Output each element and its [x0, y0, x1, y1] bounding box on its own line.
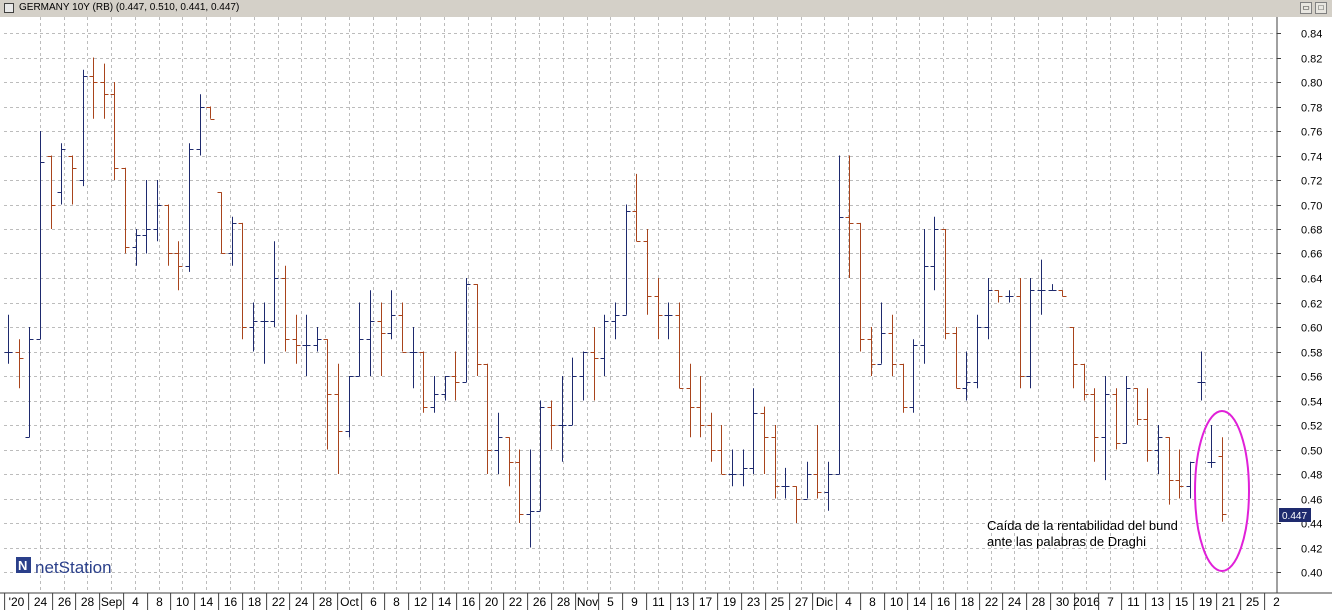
- x-tick-label: 8: [156, 595, 163, 609]
- price-chart[interactable]: 0.400.420.440.460.480.500.520.540.560.58…: [0, 17, 1332, 610]
- x-tick-label: 2: [1273, 595, 1280, 609]
- x-tick-label: 4: [132, 595, 139, 609]
- annotation-line-1: Caída de la rentabilidad del bund: [987, 518, 1178, 533]
- x-tick-label: Oct: [340, 595, 359, 609]
- x-tick-label: 25: [771, 595, 785, 609]
- last-price-tag-text: 0.447: [1282, 511, 1307, 522]
- x-tick-label: 28: [1032, 595, 1046, 609]
- x-tick-label: 14: [438, 595, 452, 609]
- y-tick-label: 0.54: [1301, 397, 1322, 409]
- y-tick-label: 0.42: [1301, 544, 1322, 556]
- x-tick-label: 5: [607, 595, 614, 609]
- x-tick-label: 11: [1127, 595, 1140, 609]
- last-price-tag: 0.447: [1279, 508, 1311, 522]
- x-tick-label: 19: [1199, 595, 1213, 609]
- x-tick-label: 28: [557, 595, 571, 609]
- x-tick-label: 24: [1008, 595, 1022, 609]
- y-tick-label: 0.40: [1301, 568, 1322, 580]
- y-tick-label: 0.62: [1301, 299, 1322, 311]
- netstation-logo-text: netStation: [35, 558, 112, 577]
- annotation-line-2: ante las palabras de Draghi: [987, 534, 1146, 549]
- restore-button[interactable]: ▭: [1300, 2, 1312, 14]
- window-title: GERMANY 10Y (RB) (0.447, 0.510, 0.441, 0…: [19, 2, 240, 13]
- x-tick-label: 18: [248, 595, 262, 609]
- y-tick-label: 0.80: [1301, 78, 1322, 90]
- x-tick-label: 26: [58, 595, 72, 609]
- y-tick-label: 0.72: [1301, 176, 1322, 188]
- x-tick-label: 18: [961, 595, 975, 609]
- x-tick-label: 9: [631, 595, 638, 609]
- x-tick-label: 23: [747, 595, 761, 609]
- x-tick-label: 8: [869, 595, 876, 609]
- x-tick-label: 13: [676, 595, 690, 609]
- x-tick-label: 22: [985, 595, 999, 609]
- x-tick-label: 7: [1107, 595, 1114, 609]
- y-tick-label: 0.52: [1301, 421, 1322, 433]
- x-tick-label: 15: [1175, 595, 1189, 609]
- x-tick-label: 22: [509, 595, 523, 609]
- y-tick-label: 0.50: [1301, 446, 1322, 458]
- x-tick-label: 20: [485, 595, 499, 609]
- x-tick-label: Dic: [816, 595, 833, 609]
- y-tick-label: 0.76: [1301, 127, 1322, 139]
- chart-window-icon[interactable]: [4, 3, 14, 13]
- x-tick-label: 14: [200, 595, 214, 609]
- x-tick-label: 14: [913, 595, 927, 609]
- x-tick-label: 13: [1151, 595, 1165, 609]
- x-tick-label: 30: [1056, 595, 1070, 609]
- y-tick-label: 0.84: [1301, 29, 1322, 41]
- maximize-button[interactable]: □: [1315, 2, 1327, 14]
- x-tick-label: 17: [699, 595, 713, 609]
- x-tick-label: 28: [319, 595, 333, 609]
- y-tick-label: 0.82: [1301, 54, 1322, 66]
- y-tick-label: 0.64: [1301, 274, 1322, 286]
- x-tick-label: 16: [462, 595, 476, 609]
- x-tick-label: 6: [370, 595, 377, 609]
- x-tick-label: 11: [652, 595, 665, 609]
- y-tick-label: 0.60: [1301, 323, 1322, 335]
- y-tick-label: 0.66: [1301, 249, 1322, 261]
- y-tick-label: 0.78: [1301, 103, 1322, 115]
- y-tick-label: 0.74: [1301, 152, 1322, 164]
- x-tick-label: 28: [81, 595, 95, 609]
- x-tick-label: 8: [393, 595, 400, 609]
- y-tick-label: 0.70: [1301, 201, 1322, 213]
- x-tick-label: '20: [9, 595, 25, 609]
- x-tick-label: 25: [1246, 595, 1260, 609]
- x-tick-label: Nov: [577, 595, 598, 609]
- x-tick-label: 22: [272, 595, 286, 609]
- x-tick-label: 4: [845, 595, 852, 609]
- x-tick-label: 27: [795, 595, 809, 609]
- y-tick-label: 0.48: [1301, 470, 1322, 482]
- x-tick-label: 16: [224, 595, 238, 609]
- y-tick-label: 0.58: [1301, 348, 1322, 360]
- y-tick-label: 0.56: [1301, 372, 1322, 384]
- x-tick-label: 21: [1222, 595, 1236, 609]
- x-tick-label: 2016: [1073, 595, 1100, 609]
- x-tick-label: 10: [890, 595, 904, 609]
- x-tick-label: Sep: [101, 595, 123, 609]
- x-tick-label: 19: [723, 595, 737, 609]
- window-titlebar: GERMANY 10Y (RB) (0.447, 0.510, 0.441, 0…: [0, 0, 1332, 18]
- y-tick-label: 0.46: [1301, 495, 1322, 507]
- x-tick-label: 24: [295, 595, 309, 609]
- y-tick-label: 0.68: [1301, 225, 1322, 237]
- x-tick-label: 16: [937, 595, 951, 609]
- x-tick-label: 12: [414, 595, 428, 609]
- netstation-logo-mark: N: [18, 558, 27, 573]
- x-tick-label: 24: [34, 595, 48, 609]
- x-tick-label: 10: [176, 595, 190, 609]
- x-tick-label: 26: [533, 595, 547, 609]
